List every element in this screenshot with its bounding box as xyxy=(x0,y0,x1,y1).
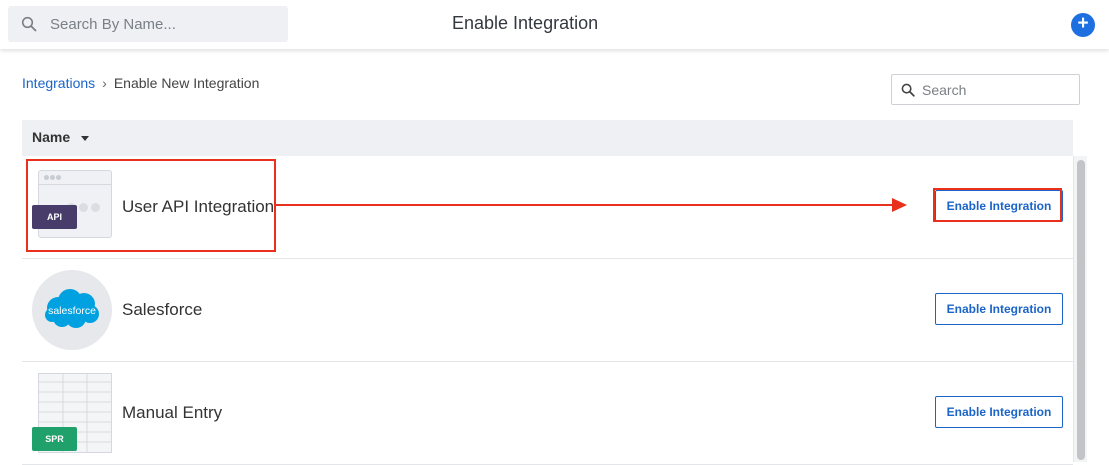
integration-name: Salesforce xyxy=(122,300,203,319)
highlight-box-integration xyxy=(26,159,276,252)
breadcrumb: Integrations › Enable New Integration xyxy=(22,75,259,91)
global-search-input[interactable] xyxy=(50,14,280,34)
salesforce-logo: salesforce xyxy=(32,270,112,350)
add-button[interactable]: + xyxy=(1071,13,1095,37)
sort-caret-icon[interactable] xyxy=(81,136,89,141)
highlight-box-enable-button xyxy=(933,188,1062,222)
search-icon xyxy=(901,83,915,97)
page-title: Enable Integration xyxy=(452,13,599,33)
breadcrumb-separator: › xyxy=(102,75,107,91)
name-column-header[interactable]: Name xyxy=(32,129,70,145)
integration-name: Manual Entry xyxy=(122,403,223,422)
spr-badge: SPR xyxy=(32,427,77,451)
spreadsheet-icon: SPR xyxy=(32,373,112,453)
table-row: SPR Manual Entry Enable Integration xyxy=(22,362,1073,465)
breadcrumb-link-integrations[interactable]: Integrations xyxy=(22,75,95,91)
top-bar: Enable Integration + xyxy=(0,0,1109,49)
search-icon xyxy=(21,16,37,32)
integration-search-box[interactable] xyxy=(891,74,1080,105)
breadcrumb-current: Enable New Integration xyxy=(113,75,260,91)
global-search-box[interactable] xyxy=(8,6,288,42)
integration-search-input[interactable] xyxy=(922,81,1072,99)
salesforce-cloud-icon: salesforce xyxy=(45,289,99,328)
svg-text:salesforce: salesforce xyxy=(48,305,96,317)
table-row: salesforce Salesforce Enable Integration xyxy=(22,259,1073,362)
enable-integration-button[interactable]: Enable Integration xyxy=(935,293,1063,325)
arrow-annotation xyxy=(274,198,907,212)
scrollbar-thumb[interactable] xyxy=(1077,160,1085,460)
enable-integration-button[interactable]: Enable Integration xyxy=(935,396,1063,428)
table-header: Name xyxy=(22,120,1073,156)
